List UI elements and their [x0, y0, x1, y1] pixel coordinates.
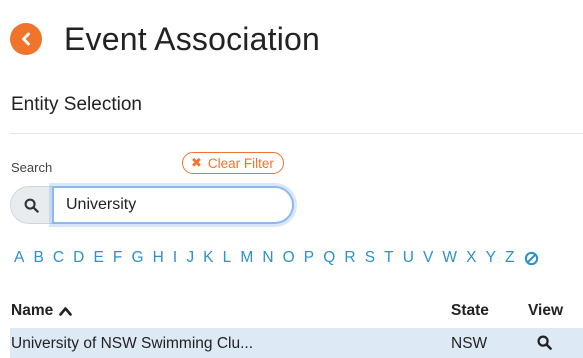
- clear-filter-label: Clear Filter: [207, 155, 274, 171]
- close-icon: ✖: [191, 155, 202, 170]
- letter-filter-f[interactable]: F: [113, 249, 122, 267]
- letter-filter-i[interactable]: I: [173, 249, 177, 267]
- letter-filter-v[interactable]: V: [423, 249, 433, 267]
- letter-filter-r[interactable]: R: [344, 249, 355, 267]
- letter-filter-x[interactable]: X: [466, 249, 476, 267]
- search-group: [10, 186, 294, 224]
- letter-filter-j[interactable]: J: [186, 249, 194, 267]
- letter-filter-m[interactable]: M: [240, 249, 253, 267]
- chevron-up-icon: [59, 307, 73, 316]
- column-header-name[interactable]: Name: [11, 302, 73, 320]
- row-name: University of NSW Swimming Clu...: [11, 335, 254, 352]
- divider: [10, 133, 583, 134]
- section-title: Entity Selection: [11, 94, 142, 115]
- letter-filter-a[interactable]: A: [14, 249, 24, 267]
- page-title: Event Association: [64, 21, 320, 57]
- search-icon: [537, 335, 552, 350]
- table-row[interactable]: University of NSW Swimming Clu... NSW: [10, 328, 583, 358]
- letter-filter-g[interactable]: G: [131, 249, 143, 267]
- letter-filter-s[interactable]: S: [365, 249, 375, 267]
- letter-filter-p[interactable]: P: [304, 249, 314, 267]
- letter-filter-h[interactable]: H: [153, 249, 164, 267]
- letter-filter-z[interactable]: Z: [505, 249, 514, 267]
- row-state: NSW: [451, 335, 488, 352]
- search-label: Search: [11, 160, 53, 175]
- letter-filter-e[interactable]: E: [93, 249, 103, 267]
- letter-filter-u[interactable]: U: [403, 249, 414, 267]
- letter-filter-n[interactable]: N: [262, 249, 273, 267]
- column-header-view: View: [528, 302, 564, 319]
- letter-filter-t[interactable]: T: [384, 249, 393, 267]
- column-name-label: Name: [11, 302, 54, 319]
- back-button[interactable]: [10, 23, 42, 55]
- page-header: Event Association: [10, 20, 320, 58]
- search-input[interactable]: [52, 186, 294, 224]
- letter-filter-b[interactable]: B: [33, 249, 43, 267]
- clear-filter-button[interactable]: ✖ Clear Filter: [182, 152, 284, 174]
- letter-filter-k[interactable]: K: [203, 249, 213, 267]
- arrow-left-icon: [22, 32, 30, 46]
- search-icon: [24, 198, 39, 213]
- letter-filter-c[interactable]: C: [53, 249, 64, 267]
- letter-filter-y[interactable]: Y: [486, 249, 496, 267]
- letter-filter-l[interactable]: L: [223, 249, 232, 267]
- letter-filter-q[interactable]: Q: [323, 249, 335, 267]
- alphabet-filter: ABCDEFGHIJKLMNOPQRSTUVWXYZ: [14, 249, 539, 267]
- search-icon-box[interactable]: [10, 186, 52, 224]
- letter-filter-o[interactable]: O: [283, 249, 295, 267]
- view-button[interactable]: [537, 335, 552, 355]
- letter-filter-w[interactable]: W: [442, 249, 457, 267]
- column-header-state[interactable]: State: [451, 302, 489, 320]
- ban-icon[interactable]: [524, 251, 539, 266]
- table-header: Name State View: [11, 302, 583, 326]
- letter-filter-d[interactable]: D: [73, 249, 84, 267]
